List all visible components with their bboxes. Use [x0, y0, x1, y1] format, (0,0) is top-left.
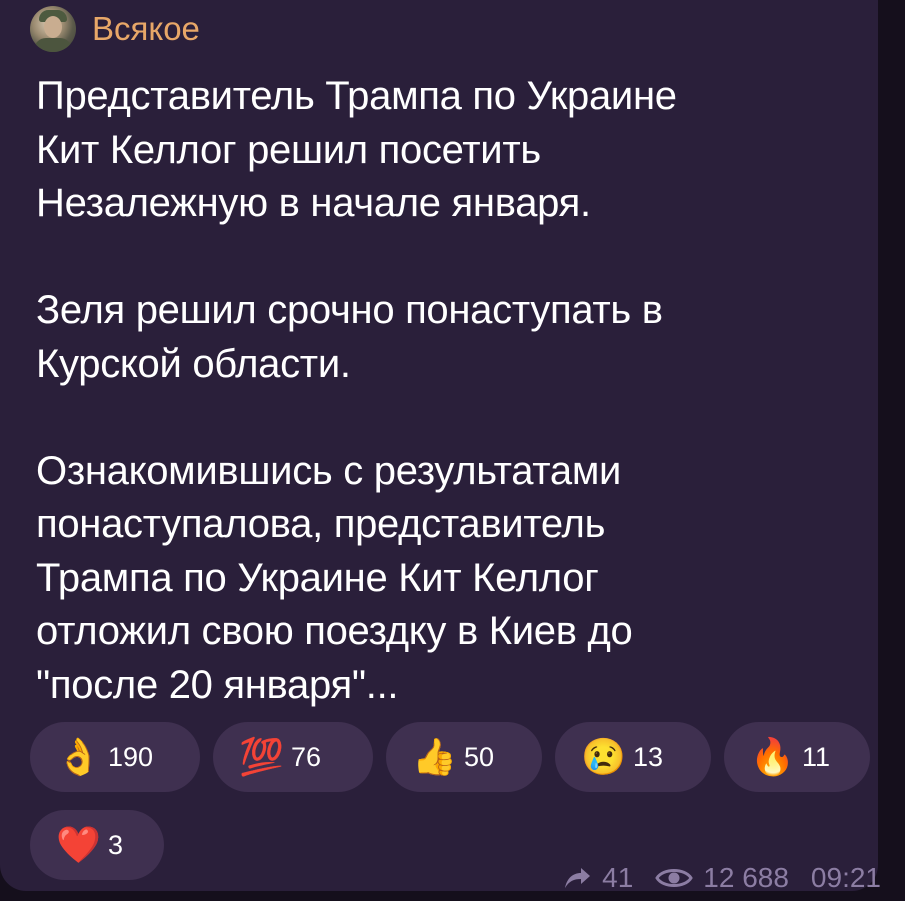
reaction-count: 3 [108, 829, 124, 860]
message-text: Представитель Трампа по Украине Кит Келл… [36, 70, 856, 712]
message-paragraph-1: Представитель Трампа по Украине Кит Келл… [36, 74, 677, 225]
fire-icon: 🔥 [750, 736, 795, 777]
forward-arrow-icon[interactable] [562, 866, 592, 890]
channel-name[interactable]: Всякое [92, 6, 200, 52]
reaction-ok-hand[interactable]: 👌 190 [30, 722, 200, 792]
thumbs-up-icon: 👍 [412, 736, 457, 777]
hundred-points-icon: 💯 [239, 736, 284, 777]
reaction-count: 11 [802, 741, 831, 772]
channel-avatar[interactable] [30, 6, 76, 52]
avatar-body [34, 38, 72, 52]
red-heart-icon: ❤️ [56, 824, 101, 865]
reaction-count: 50 [464, 741, 495, 772]
reaction-count: 190 [108, 741, 154, 772]
message-time: 09:21 [810, 862, 881, 893]
forwards-count: 41 [602, 862, 634, 893]
views-count: 12 688 [703, 862, 789, 893]
message-paragraph-2: Зеля решил срочно понаступать в Курской … [36, 288, 663, 386]
reaction-fire[interactable]: 🔥 11 [724, 722, 870, 792]
message-meta: 41 12 688 09:21 [562, 862, 881, 894]
ok-hand-icon: 👌 [56, 736, 101, 777]
reaction-hundred[interactable]: 💯 76 [213, 722, 373, 792]
message-paragraph-3: Ознакомившись с результатами понаступало… [36, 448, 633, 707]
reaction-heart[interactable]: ❤️ 3 [30, 810, 164, 880]
reaction-thumbs-up[interactable]: 👍 50 [386, 722, 542, 792]
eye-icon [655, 865, 694, 891]
reaction-count: 13 [633, 741, 664, 772]
reaction-count: 76 [291, 741, 322, 772]
message-header: Всякое [30, 6, 200, 52]
avatar-face [44, 16, 62, 38]
crying-face-icon: 😢 [581, 736, 626, 777]
reaction-crying-face[interactable]: 😢 13 [555, 722, 711, 792]
